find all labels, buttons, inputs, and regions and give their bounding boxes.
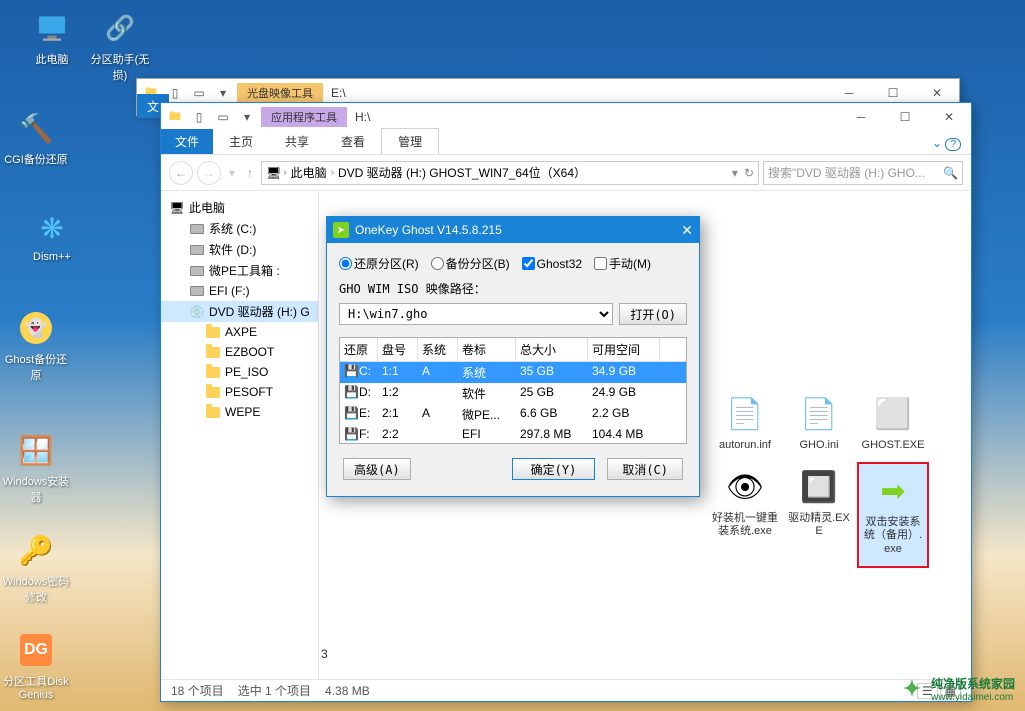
tree-folder-wepe[interactable]: WEPE [161, 402, 318, 422]
exe-icon: ⬜ [872, 393, 914, 435]
app-icon: ➤ [333, 222, 349, 238]
view-tab[interactable]: 查看 [325, 129, 381, 154]
dropdown-icon[interactable]: ▾ [215, 85, 231, 101]
desktop-icon-cgi[interactable]: 🔨CGI备份还原 [0, 108, 72, 167]
ribbon: 文件 主页 共享 查看 管理 ⌄ ? [161, 131, 971, 155]
table-header: 还原盘号系统卷标总大小可用空间 [340, 338, 686, 362]
advanced-button[interactable]: 高级(A) [343, 458, 411, 480]
nav-tree[interactable]: 🖥此电脑 系统 (C:) 软件 (D:) 微PE工具箱 : EFI (F:) 💿… [161, 191, 319, 679]
tree-this-pc[interactable]: 🖥此电脑 [161, 197, 318, 218]
desktop-icon-win-installer[interactable]: 🪟Windows安装器 [0, 430, 72, 505]
nav-recent-icon[interactable]: ▾ [225, 166, 239, 180]
dropdown-icon[interactable]: ▾ [239, 109, 255, 125]
file-driver[interactable]: 🔲驱动精灵.EXE [783, 462, 855, 568]
onekey-dialog: ➤ OneKey Ghost V14.5.8.215 ✕ 还原分区(R) 备份分… [326, 216, 700, 497]
partition-table[interactable]: 还原盘号系统卷标总大小可用空间 💾C:1:1A系统35 GB34.9 GB 💾D… [339, 337, 687, 444]
tree-folder-ezboot[interactable]: EZBOOT [161, 342, 318, 362]
tree-drive-c[interactable]: 系统 (C:) [161, 218, 318, 239]
qat: 🖿 ▯ ▭ ▾ [161, 109, 261, 125]
status-item-count: 18 个项目 [171, 682, 224, 699]
dvd-icon: 💿 [189, 304, 205, 320]
status-size: 4.38 MB [325, 684, 370, 698]
tree-folder-pesoft[interactable]: PESOFT [161, 382, 318, 402]
ini-icon: 📄 [798, 393, 840, 435]
search-input[interactable]: 搜索"DVD 驱动器 (H:) GHO...🔍 [763, 161, 963, 185]
pc-icon: 🖥 [266, 166, 281, 180]
search-icon[interactable]: 🔍 [943, 166, 958, 180]
table-row[interactable]: 💾C:1:1A系统35 GB34.9 GB [340, 362, 686, 383]
desktop-icon-partition-assist[interactable]: 🔗分区助手(无损) [84, 8, 156, 83]
file-ghost-exe[interactable]: ⬜GHOST.EXE [857, 389, 929, 456]
statusbar: 18 个项目 选中 1 个项目 4.38 MB ☰▦ [161, 679, 971, 701]
tree-drive-pe[interactable]: 微PE工具箱 : [161, 260, 318, 281]
desktop-icon-ghost[interactable]: 👻Ghost备份还原 [0, 308, 72, 383]
title-drive: H:\ [347, 110, 370, 124]
nav-forward-button[interactable]: → [197, 161, 221, 185]
desktop-icon-this-pc[interactable]: 此电脑 [16, 8, 88, 67]
pc-icon: 🖥 [169, 200, 185, 216]
home-tab[interactable]: 主页 [213, 129, 269, 154]
tree-folder-axpe[interactable]: AXPE [161, 322, 318, 342]
tree-drive-f[interactable]: EFI (F:) [161, 281, 318, 301]
ghost32-checkbox[interactable]: Ghost32 [522, 257, 582, 271]
address-bar[interactable]: 🖥› 此电脑› DVD 驱动器 (H:) GHOST_WIN7_64位（X64）… [261, 161, 759, 185]
table-row[interactable]: 💾D:1:2软件25 GB24.9 GB [340, 383, 686, 404]
nav-back-button[interactable]: ← [169, 161, 193, 185]
tree-drive-d[interactable]: 软件 (D:) [161, 239, 318, 260]
manual-checkbox[interactable]: 手动(M) [594, 255, 651, 272]
tree-folder-peiso[interactable]: PE_ISO [161, 362, 318, 382]
breadcrumb-root[interactable]: 此电脑 [289, 164, 329, 181]
eye-icon: 👁 [724, 466, 766, 508]
option-row: 还原分区(R) 备份分区(B) Ghost32 手动(M) [339, 255, 687, 272]
desktop-icon-win-password[interactable]: 🔑Windows密码修改 [0, 530, 72, 605]
watermark: ✦ 纯净版系统家园www.yidaimei.com [899, 675, 1015, 703]
path-select[interactable]: H:\win7.gho [339, 303, 613, 325]
file-autorun[interactable]: 📄autorun.inf [709, 389, 781, 456]
file-install-backup[interactable]: ➡双击安装系统（备用）.exe [857, 462, 929, 568]
props-icon[interactable]: ▭ [191, 85, 207, 101]
chip-icon: 🔲 [798, 466, 840, 508]
status-selected: 选中 1 个项目 [238, 682, 311, 699]
props-icon[interactable]: ▭ [215, 109, 231, 125]
logo-icon: ✦ [899, 676, 925, 702]
ribbon-expand-icon[interactable]: ⌄ ? [922, 132, 971, 154]
ini-icon: 📄 [724, 393, 766, 435]
dialog-titlebar[interactable]: ➤ OneKey Ghost V14.5.8.215 ✕ [327, 217, 699, 243]
title-drive-back: E:\ [323, 86, 346, 100]
restore-radio[interactable]: 还原分区(R) [339, 255, 419, 272]
file-gho-ini[interactable]: 📄GHO.ini [783, 389, 855, 456]
desktop-icon-dism[interactable]: ❋Dism++ [16, 208, 88, 263]
dialog-title: OneKey Ghost V14.5.8.215 [355, 223, 502, 237]
addr-dropdown-icon[interactable]: ▾ [732, 166, 738, 180]
desktop-icon-diskgenius[interactable]: DG分区工具DiskGenius [0, 630, 72, 701]
breadcrumb-path[interactable]: DVD 驱动器 (H:) GHOST_WIN7_64位（X64） [336, 164, 588, 181]
nav-up-button[interactable]: ↑ [243, 166, 257, 180]
table-row[interactable]: 💾E:2:1A微PE...6.6 GB2.2 GB [340, 404, 686, 425]
path-label: GHO WIM ISO 映像路径： [339, 280, 687, 297]
share-tab[interactable]: 共享 [269, 129, 325, 154]
divider-icon: ▯ [191, 109, 207, 125]
close-button[interactable]: ✕ [927, 103, 971, 131]
ok-button[interactable]: 确定(Y) [512, 458, 596, 480]
tree-drive-h[interactable]: 💿DVD 驱动器 (H:) G [161, 301, 318, 322]
manage-tab[interactable]: 管理 [381, 128, 439, 154]
truncated-count: 3 [321, 647, 328, 661]
divider-icon: ▯ [167, 85, 183, 101]
tool-tab-back: 光盘映像工具 [237, 83, 323, 103]
arrow-icon: ➡ [872, 470, 914, 512]
dialog-close-button[interactable]: ✕ [681, 222, 693, 239]
cancel-button[interactable]: 取消(C) [607, 458, 683, 480]
folder-icon[interactable]: 🖿 [167, 109, 183, 125]
tool-tab: 应用程序工具 [261, 107, 347, 127]
maximize-button[interactable]: ☐ [883, 103, 927, 131]
table-row[interactable]: 💾F:2:2EFI297.8 MB104.4 MB [340, 425, 686, 443]
open-button[interactable]: 打开(O) [619, 303, 687, 325]
file-installer[interactable]: 👁好装机一键重装系统.exe [709, 462, 781, 568]
minimize-button[interactable]: ─ [839, 103, 883, 131]
file-tab[interactable]: 文件 [161, 129, 213, 154]
refresh-button[interactable]: ↻ [744, 166, 754, 180]
backup-radio[interactable]: 备份分区(B) [431, 255, 510, 272]
